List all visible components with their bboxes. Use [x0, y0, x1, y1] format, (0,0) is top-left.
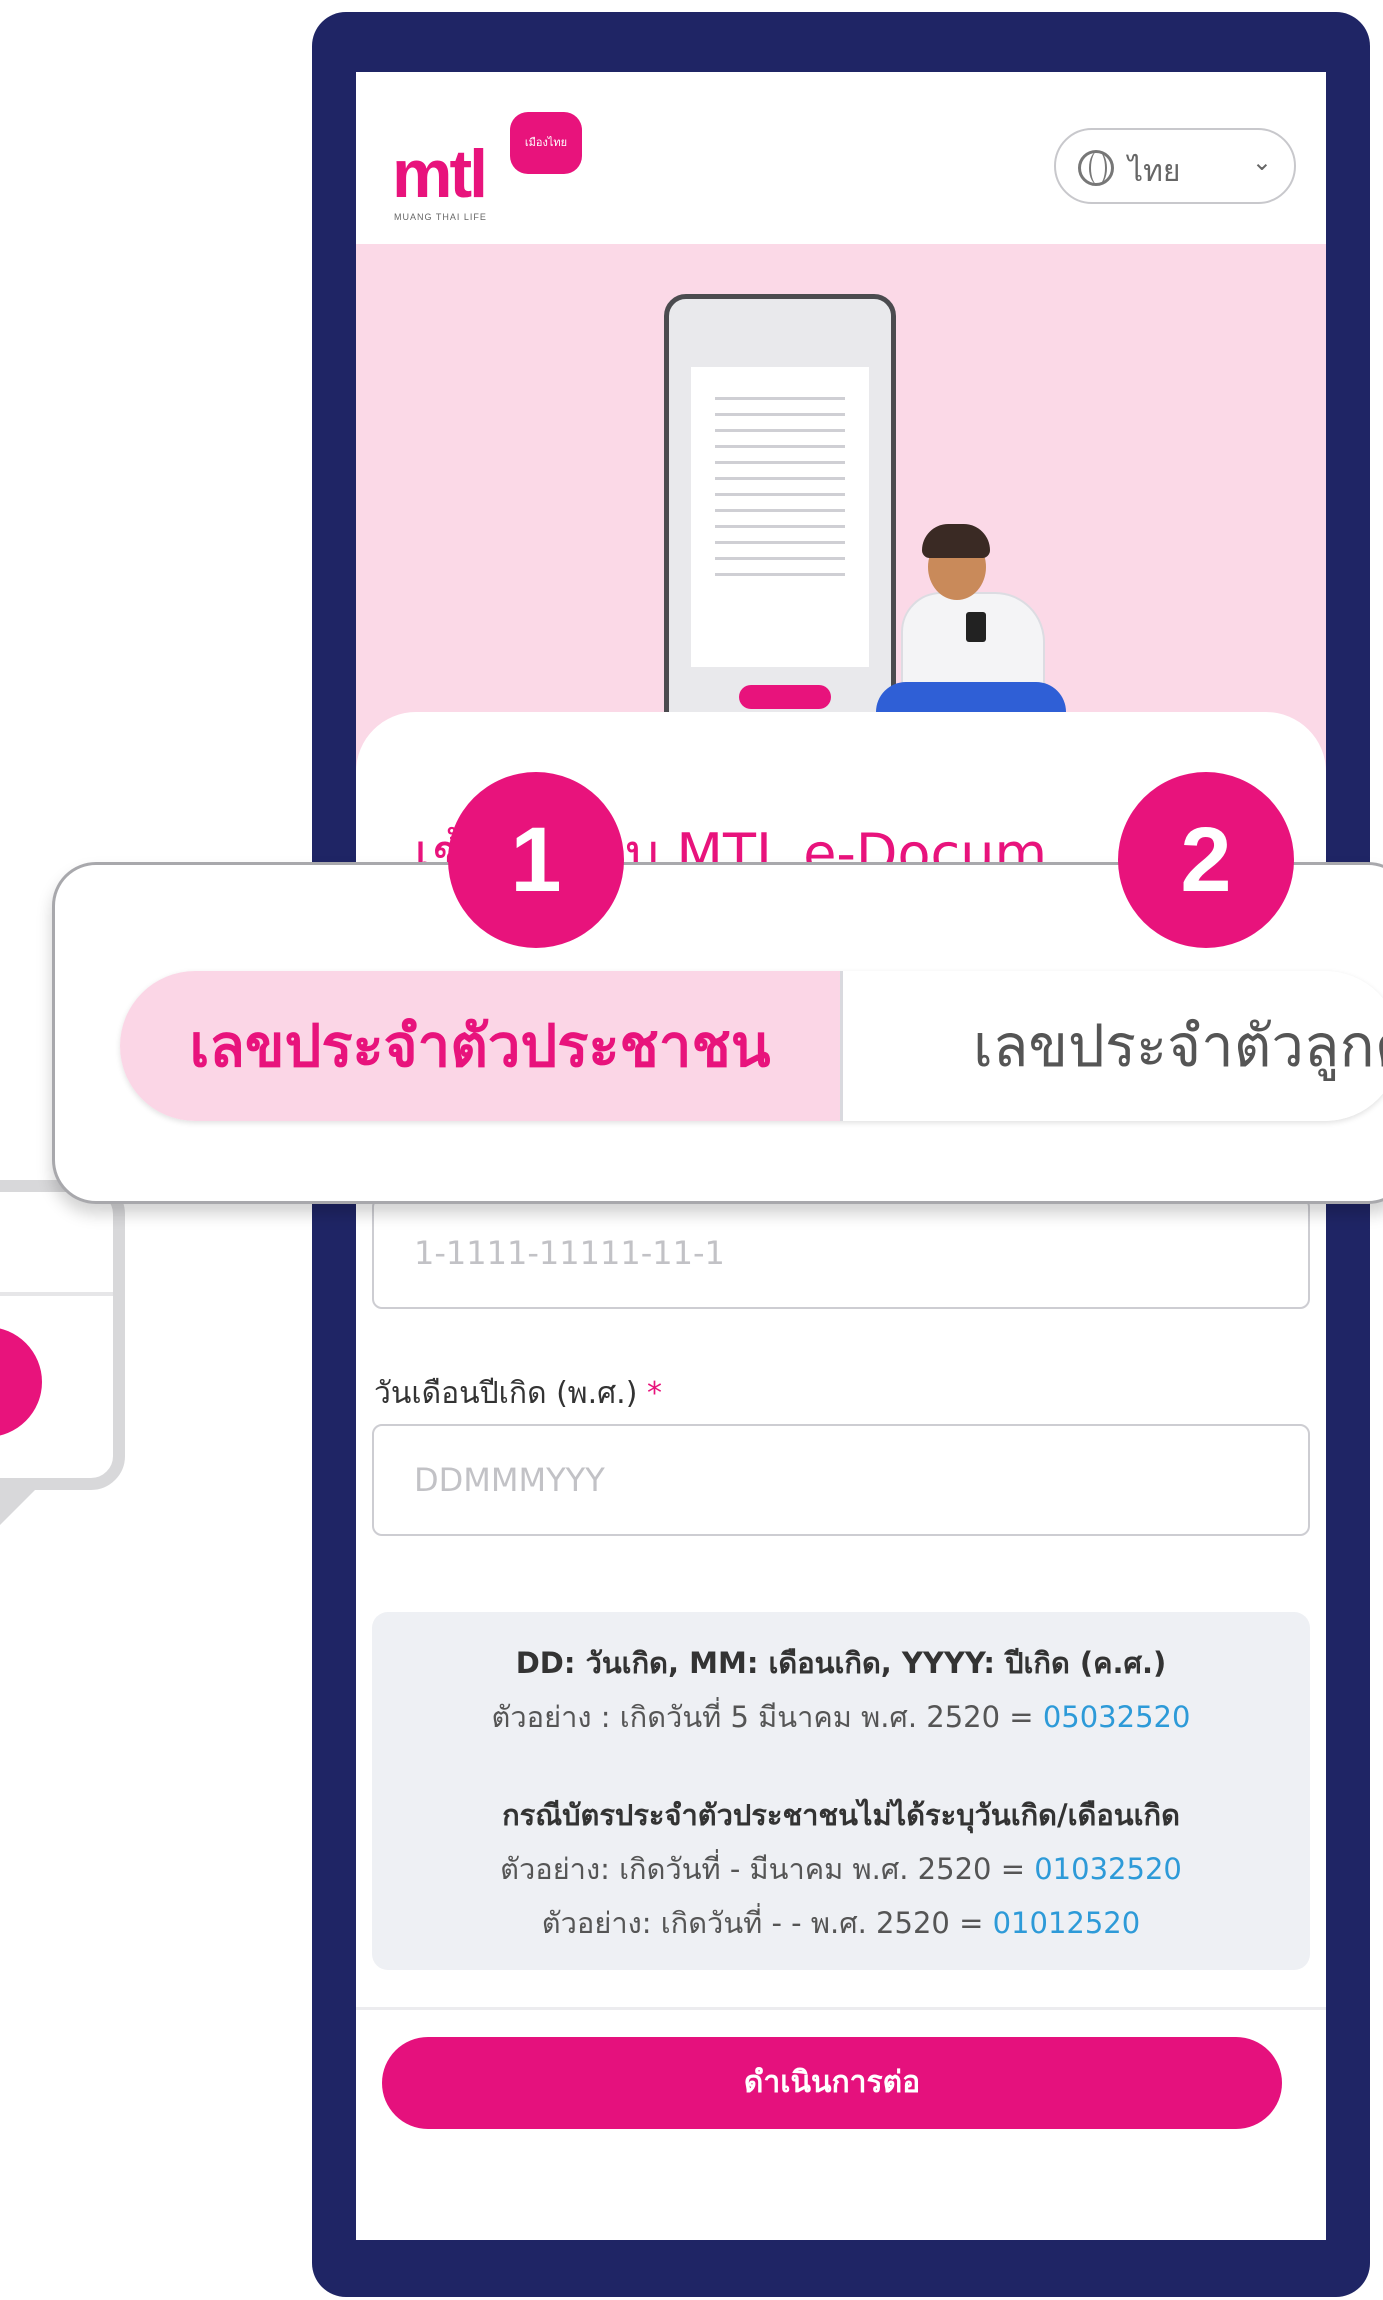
dob-input[interactable]: DDMMMYYY [372, 1424, 1310, 1536]
continue-button[interactable]: ดำเนินการต่อ [382, 2037, 1282, 2129]
background-bubble [0, 1180, 125, 1490]
help-line-4-value: 01032520 [1034, 1852, 1182, 1886]
help-line-4: ตัวอย่าง: เกิดวันที่ - มีนาคม พ.ศ. 2520 … [372, 1846, 1310, 1892]
help-line-2: ตัวอย่าง : เกิดวันที่ 5 มีนาคม พ.ศ. 2520… [372, 1694, 1310, 1740]
login-method-tabs: เลขประจำตัวประชาชน เลขประจำตัวลูกค้า [120, 971, 1383, 1121]
help-line-2-text: ตัวอย่าง : เกิดวันที่ 5 มีนาคม พ.ศ. 2520… [491, 1700, 1043, 1734]
bubble-dot [0, 1327, 42, 1437]
divider [356, 2007, 1326, 2010]
person-phone [966, 612, 986, 642]
language-label: ไทย [1128, 154, 1181, 189]
document-illustration [691, 367, 869, 667]
globe-icon [1078, 150, 1114, 186]
help-line-5: ตัวอย่าง: เกิดวันที่ - - พ.ศ. 2520 = 010… [372, 1900, 1310, 1946]
tab-customer-id[interactable]: เลขประจำตัวลูกค้า [840, 971, 1383, 1121]
step-badge-2: 2 [1118, 772, 1294, 948]
dob-label: วันเดือนปีเกิด (พ.ศ.) * [374, 1370, 662, 1417]
help-line-1: DD: วันเกิด, MM: เดือนเกิด, YYYY: ปีเกิด… [515, 1646, 1167, 1680]
help-line-2-value: 05032520 [1042, 1700, 1191, 1734]
language-select[interactable]: ไทย ⌄ [1054, 128, 1296, 204]
person-hair [922, 524, 990, 558]
bubble-divider [0, 1292, 113, 1296]
logo-tag: เมืองไทย [510, 112, 582, 174]
dob-label-text: วันเดือนปีเกิด (พ.ศ.) [374, 1376, 638, 1411]
id-number-input[interactable]: 1-1111-11111-11-1 [372, 1197, 1310, 1309]
app-header: mtl เมืองไทย MUANG THAI LIFE ไทย ⌄ [356, 72, 1326, 244]
dob-help-box: DD: วันเกิด, MM: เดือนเกิด, YYYY: ปีเกิด… [372, 1612, 1310, 1970]
tab-citizen-id[interactable]: เลขประจำตัวประชาชน [120, 971, 840, 1121]
logo-subtitle: MUANG THAI LIFE [394, 212, 487, 222]
logo-word: mtl [392, 136, 488, 212]
step-badge-1: 1 [448, 772, 624, 948]
help-line-5-value: 01012520 [992, 1906, 1141, 1940]
help-line-3: กรณีบัตรประจำตัวประชาชนไม่ได้ระบุวันเกิด… [502, 1798, 1180, 1832]
help-line-4-text: ตัวอย่าง: เกิดวันที่ - มีนาคม พ.ศ. 2520 … [500, 1852, 1035, 1886]
phone-illustration [664, 294, 896, 742]
mtl-logo[interactable]: mtl เมืองไทย MUANG THAI LIFE [392, 112, 592, 222]
bubble-tail [0, 1485, 40, 1525]
chevron-down-icon: ⌄ [1251, 148, 1272, 176]
illustration-pill [739, 685, 831, 709]
required-mark: * [646, 1376, 662, 1411]
help-line-5-text: ตัวอย่าง: เกิดวันที่ - - พ.ศ. 2520 = [541, 1906, 993, 1940]
